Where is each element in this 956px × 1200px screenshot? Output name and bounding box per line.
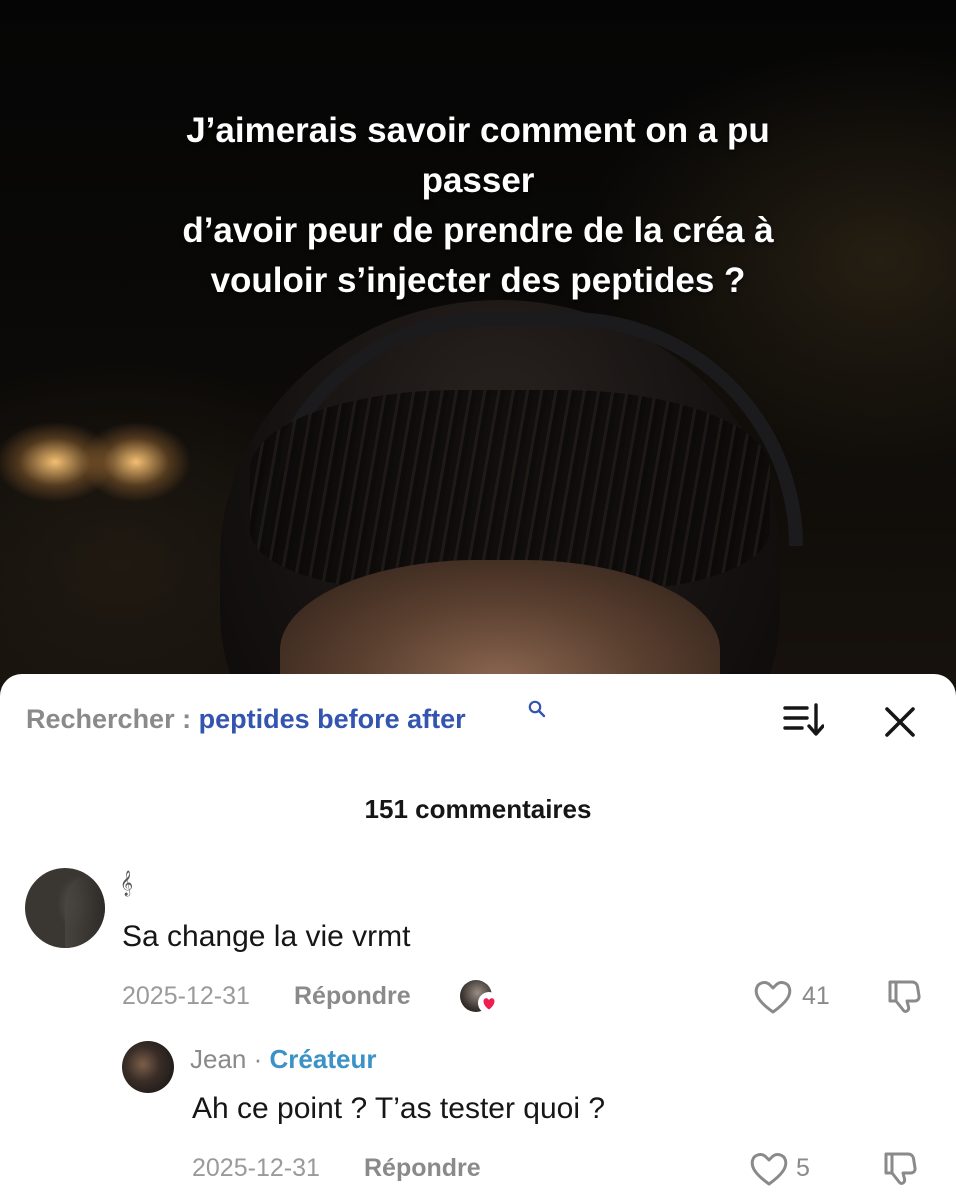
reply-button[interactable]: Répondre <box>364 1154 481 1183</box>
heart-icon[interactable] <box>753 978 793 1016</box>
sort-icon[interactable] <box>782 702 824 738</box>
search-query-link[interactable]: peptides before after <box>199 704 466 734</box>
caption-line: d’avoir peur de prendre de la créa à <box>182 211 774 250</box>
like-count: 5 <box>796 1154 810 1182</box>
like-count: 41 <box>802 982 830 1010</box>
dislike-icon[interactable] <box>880 1148 920 1188</box>
caption-line: passer <box>421 161 535 200</box>
search-suggestion[interactable]: Rechercher : peptides before after <box>26 700 546 735</box>
comment-username[interactable]: Jean <box>190 1044 246 1074</box>
caption-line: J’aimerais savoir comment on a pu <box>186 111 770 150</box>
heart-badge-icon <box>478 992 500 1014</box>
comment-date: 2025-12-31 <box>122 982 250 1010</box>
comment-text: Sa change la vie vrmt <box>122 920 411 953</box>
separator-dot: · <box>253 1044 263 1074</box>
comments-sheet: Rechercher : peptides before after 151 c… <box>0 674 956 1200</box>
video-caption-overlay: J’aimerais savoir comment on a pu passer… <box>100 106 856 306</box>
heart-icon[interactable] <box>749 1150 789 1188</box>
close-icon[interactable] <box>882 704 918 740</box>
search-prefix: Rechercher : <box>26 704 192 734</box>
caption-line: vouloir s’injecter des peptides ? <box>210 261 746 300</box>
video-player[interactable]: J’aimerais savoir comment on a pu passer… <box>0 0 956 700</box>
avatar[interactable] <box>122 1041 174 1093</box>
reply-author-line: Jean · Créateur <box>190 1044 376 1075</box>
dislike-icon[interactable] <box>884 976 924 1016</box>
comment-count: 151 commentaires <box>364 794 592 824</box>
creator-badge: Créateur <box>269 1044 377 1074</box>
comment-text: Ah ce point ? T’as tester quoi ? <box>192 1092 606 1125</box>
search-icon[interactable] <box>528 700 546 718</box>
comment-date: 2025-12-31 <box>192 1154 320 1182</box>
reply-button[interactable]: Répondre <box>294 982 411 1011</box>
avatar[interactable] <box>25 868 105 948</box>
comment-username[interactable]: 𝄞 <box>120 870 133 896</box>
